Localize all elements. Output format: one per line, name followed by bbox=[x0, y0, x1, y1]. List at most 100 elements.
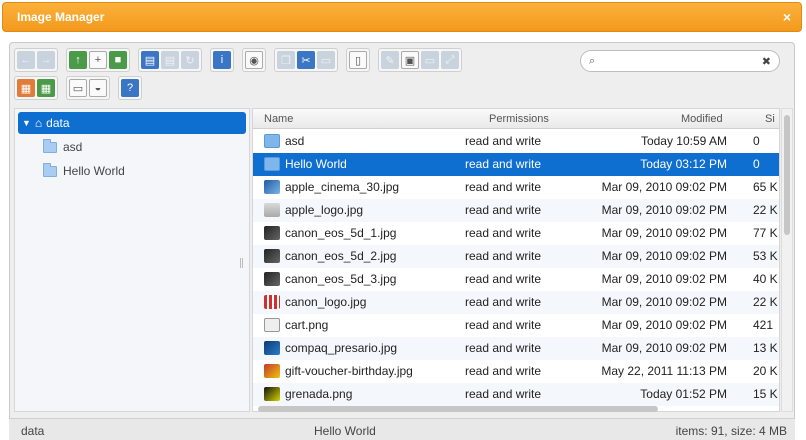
file-list-header: Name Permissions Modified Si bbox=[253, 109, 779, 129]
file-name: asd bbox=[285, 134, 305, 148]
folder-tree: ▼ ⌂ data asd Hello World bbox=[14, 108, 250, 412]
row1-group-5: ◉ bbox=[242, 48, 266, 72]
file-size: 20 K bbox=[753, 364, 778, 378]
paste-icon[interactable]: ▭ bbox=[317, 51, 335, 69]
status-bar: data Hello World items: 91, size: 4 MB bbox=[9, 418, 795, 440]
search-icon: ⌕ bbox=[589, 54, 596, 67]
print-icon[interactable]: ▤ bbox=[161, 51, 179, 69]
forward-icon[interactable]: → bbox=[37, 51, 55, 69]
file-modified: Mar 09, 2010 09:02 PM bbox=[601, 249, 727, 263]
refresh-icon[interactable]: ↻ bbox=[181, 51, 199, 69]
folder-icon bbox=[43, 162, 57, 177]
home-icon: ⌂ bbox=[34, 116, 43, 130]
search-input[interactable] bbox=[601, 55, 762, 67]
delete-icon[interactable]: ▯ bbox=[349, 51, 367, 69]
row1-group-3: ▤ ▤ ↻ bbox=[138, 48, 202, 72]
file-row[interactable]: canon_eos_5d_3.jpg read and write Mar 09, … bbox=[253, 268, 779, 291]
file-list: Name Permissions Modified Si asd read and… bbox=[252, 108, 780, 412]
row1-group-2: ↑ + ■ bbox=[66, 48, 130, 72]
help-icon[interactable]: ? bbox=[121, 79, 139, 97]
new-file-icon[interactable]: + bbox=[89, 51, 107, 69]
horizontal-scroll-thumb[interactable] bbox=[258, 406, 658, 412]
file-permissions: read and write bbox=[465, 180, 542, 194]
upload-icon[interactable]: ↑ bbox=[69, 51, 87, 69]
extract-icon[interactable]: ▦ bbox=[17, 79, 35, 97]
copy-icon[interactable]: ❐ bbox=[277, 51, 295, 69]
vertical-scrollbar[interactable] bbox=[781, 108, 793, 412]
file-size: 421 bbox=[753, 318, 774, 332]
file-row[interactable]: canon_eos_5d_2.jpg read and write Mar 09, … bbox=[253, 245, 779, 268]
file-permissions: read and write bbox=[465, 387, 542, 401]
file-permissions: read and write bbox=[465, 272, 542, 286]
image-file-icon bbox=[264, 226, 280, 240]
file-name: gift-voucher-birthday.jpg bbox=[285, 364, 413, 378]
file-name: Hello World bbox=[285, 157, 347, 171]
file-permissions: read and write bbox=[465, 226, 542, 240]
column-permissions[interactable]: Permissions bbox=[489, 113, 549, 125]
status-selection: Hello World bbox=[314, 424, 376, 438]
row1-group-6: ❐ ✂ ▭ bbox=[274, 48, 338, 72]
file-modified: Mar 09, 2010 09:02 PM bbox=[601, 203, 727, 217]
file-row[interactable]: grenada.png read and write Today 01:52 PM 1… bbox=[253, 383, 779, 406]
file-size: 77 K bbox=[753, 226, 778, 240]
file-size: 53 K bbox=[753, 249, 778, 263]
tree-item-hello-world[interactable]: Hello World bbox=[43, 161, 125, 181]
image-file-icon bbox=[264, 318, 280, 332]
file-size: 22 K bbox=[753, 203, 778, 217]
view-icon[interactable]: ▭ bbox=[69, 79, 87, 97]
close-icon[interactable]: × bbox=[783, 9, 791, 25]
file-modified: Mar 09, 2010 09:02 PM bbox=[601, 226, 727, 240]
file-permissions: read and write bbox=[465, 364, 542, 378]
duplicate-icon[interactable]: ▭ bbox=[421, 51, 439, 69]
file-row[interactable]: cart.png read and write Mar 09, 2010 09:02… bbox=[253, 314, 779, 337]
file-row[interactable]: Hello World read and write Today 03:12 PM 0 bbox=[253, 153, 779, 176]
file-row[interactable]: apple_cinema_30.jpg read and write Mar 09,… bbox=[253, 176, 779, 199]
sort-icon[interactable]: ◒ bbox=[89, 79, 107, 97]
column-modified[interactable]: Modified bbox=[681, 113, 723, 125]
folder-icon bbox=[43, 138, 57, 153]
archive-icon[interactable]: ▦ bbox=[37, 79, 55, 97]
vertical-scroll-thumb[interactable] bbox=[784, 115, 790, 235]
info-icon[interactable]: i bbox=[213, 51, 231, 69]
clear-search-icon[interactable]: ✖ bbox=[762, 55, 771, 68]
file-modified: Today 10:59 AM bbox=[640, 134, 727, 148]
image-file-icon bbox=[264, 387, 280, 401]
image-file-icon bbox=[264, 180, 280, 194]
row2-group-1: ▦ ▦ bbox=[14, 76, 58, 100]
image-file-icon bbox=[264, 295, 280, 309]
open-icon[interactable]: ▤ bbox=[141, 51, 159, 69]
file-row[interactable]: canon_eos_5d_1.jpg read and write Mar 09, … bbox=[253, 222, 779, 245]
select-icon[interactable]: ▣ bbox=[401, 51, 419, 69]
file-size: 13 K bbox=[753, 341, 778, 355]
column-size[interactable]: Si bbox=[765, 113, 775, 125]
file-modified: Mar 09, 2010 09:02 PM bbox=[601, 318, 727, 332]
save-icon[interactable]: ■ bbox=[109, 51, 127, 69]
file-name: canon_eos_5d_2.jpg bbox=[285, 249, 397, 263]
pane-splitter[interactable] bbox=[240, 258, 243, 268]
file-row[interactable]: compaq_presario.jpg read and write Mar 09,… bbox=[253, 337, 779, 360]
back-icon[interactable]: ← bbox=[17, 51, 35, 69]
toolbar-row-1: ← → ↑ + ■ ▤ ▤ ↻ i ◉ ❐ ✂ ▭ ▯ ✎ ▣ ▭ ⤢ bbox=[14, 48, 574, 72]
resize-icon[interactable]: ⤢ bbox=[441, 51, 459, 69]
window-titlebar: Image Manager × bbox=[2, 2, 802, 32]
file-modified: May 22, 2011 11:13 PM bbox=[601, 364, 727, 378]
cut-icon[interactable]: ✂ bbox=[297, 51, 315, 69]
file-row[interactable]: gift-voucher-birthday.jpg read and write M… bbox=[253, 360, 779, 383]
image-file-icon bbox=[264, 249, 280, 263]
file-size: 40 K bbox=[753, 272, 778, 286]
file-row[interactable]: apple_logo.jpg read and write Mar 09, 2010… bbox=[253, 199, 779, 222]
file-modified: Mar 09, 2010 09:02 PM bbox=[601, 180, 727, 194]
tree-root-label: data bbox=[46, 116, 70, 130]
file-row[interactable]: canon_logo.jpg read and write Mar 09, 2010… bbox=[253, 291, 779, 314]
tree-root-data[interactable]: ▼ ⌂ data bbox=[18, 112, 246, 134]
file-modified: Mar 09, 2010 09:02 PM bbox=[601, 295, 727, 309]
file-row[interactable]: asd read and write Today 10:59 AM 0 bbox=[253, 130, 779, 153]
file-name: apple_cinema_30.jpg bbox=[285, 180, 400, 194]
edit-icon[interactable]: ✎ bbox=[381, 51, 399, 69]
image-file-icon bbox=[264, 364, 280, 378]
column-name[interactable]: Name bbox=[264, 113, 293, 125]
row1-group-4: i bbox=[210, 48, 234, 72]
tree-item-asd[interactable]: asd bbox=[43, 137, 82, 157]
expand-arrow-icon[interactable]: ▼ bbox=[22, 118, 31, 128]
preview-icon[interactable]: ◉ bbox=[245, 51, 263, 69]
